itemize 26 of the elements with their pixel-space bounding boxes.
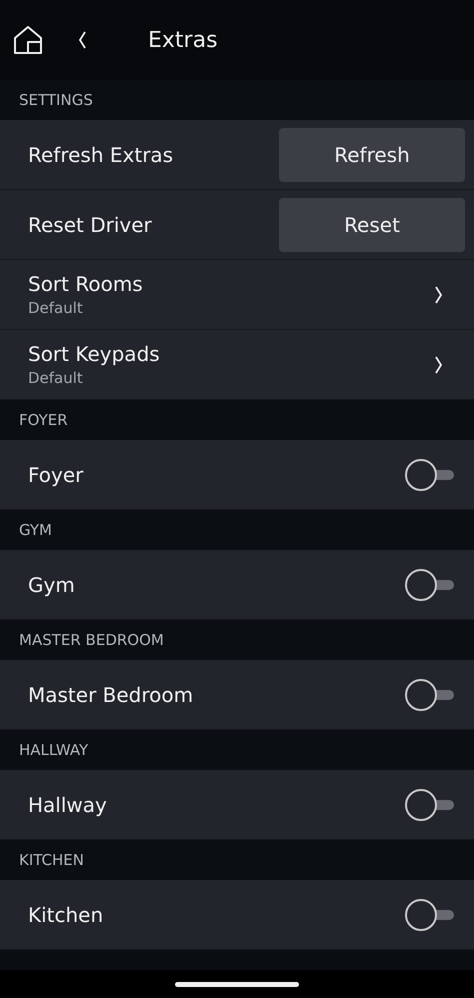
settings-row[interactable]: Sort Rooms Default (0, 260, 474, 330)
chevron-icon (434, 284, 444, 304)
toggle-switch[interactable] (404, 456, 456, 492)
toggle-switch[interactable] (404, 896, 456, 932)
settings-row[interactable]: Sort Keypads Default (0, 330, 474, 400)
row-label: Reset Driver (28, 212, 152, 236)
page-title: Extras (148, 28, 218, 52)
toggle-switch[interactable] (404, 566, 456, 602)
row-label: Refresh Extras (28, 142, 174, 166)
row-label: Sort Rooms (28, 272, 143, 296)
back-icon[interactable] (77, 30, 87, 50)
row-label: Hallway (28, 792, 107, 816)
row-value: Default (28, 299, 84, 317)
home-indicator[interactable] (175, 982, 299, 986)
row-label: Master Bedroom (28, 682, 194, 706)
toggle-switch[interactable] (404, 676, 456, 712)
row-value: Default (28, 369, 84, 387)
row-label: Foyer (28, 462, 84, 486)
home-icon[interactable] (13, 25, 43, 55)
toggle-switch[interactable] (404, 786, 456, 822)
row-label: Gym (28, 572, 75, 596)
action-button[interactable]: Reset (279, 198, 465, 252)
chevron-icon (434, 354, 444, 374)
row-label: Kitchen (28, 902, 104, 926)
action-button[interactable]: Refresh (279, 128, 465, 182)
row-label: Sort Keypads (28, 342, 160, 366)
